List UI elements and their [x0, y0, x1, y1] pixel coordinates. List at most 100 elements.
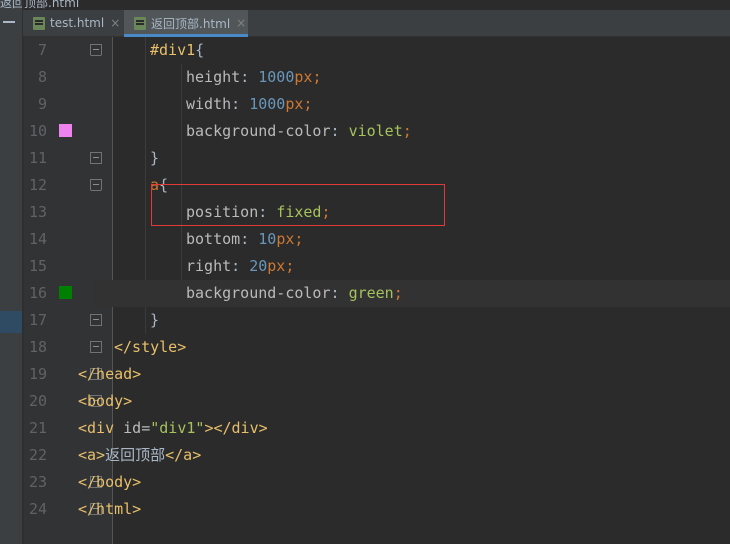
code-token: 10 [258, 230, 277, 248]
fold-end-icon[interactable] [90, 152, 102, 164]
tab-label: 返回顶部.html [151, 16, 231, 31]
code-text: } [150, 145, 159, 172]
code-token: px [294, 68, 313, 86]
line-number: 16 [28, 284, 47, 302]
code-token: px [285, 95, 304, 113]
code-token: } [150, 311, 160, 329]
code-line[interactable]: 16 background-color: green; [24, 280, 730, 307]
line-number: 20 [28, 392, 47, 410]
code-editor[interactable]: 7 #div1{8 height: 1000px; 9 width: 1000px; 10… [24, 37, 730, 544]
code-token: right [186, 257, 232, 275]
code-line[interactable]: 11} [24, 145, 730, 172]
line-number: 11 [28, 149, 47, 167]
code-line[interactable]: 21 <div id="div1"></div> [24, 415, 730, 442]
highlight-annotation-box [151, 184, 445, 226]
code-text: </body> [78, 469, 141, 496]
code-text: bottom: 10px; [186, 226, 303, 253]
close-icon[interactable]: × [236, 16, 246, 30]
code-text: <div id="div1"></div> [78, 415, 268, 442]
code-token: 20 [249, 257, 268, 275]
code-text: <a>返回顶部</a> [78, 442, 201, 469]
html-file-icon [33, 16, 45, 30]
fold-collapse-icon[interactable] [90, 179, 102, 191]
code-token: <body> [78, 392, 133, 410]
line-number: 18 [28, 338, 47, 356]
line-number: 12 [28, 176, 47, 194]
color-swatch-icon[interactable] [59, 124, 72, 137]
code-token: #div1 [150, 41, 196, 59]
code-text: width: 1000px; [186, 91, 312, 118]
tab-back-to-top-html[interactable]: 返回顶部.html × [124, 10, 248, 37]
code-token: : [231, 95, 250, 113]
code-token: "div1" [150, 419, 205, 437]
code-token: px [276, 230, 295, 248]
code-token: </head> [78, 365, 142, 383]
line-number: 23 [28, 473, 47, 491]
code-token: violet [348, 122, 403, 140]
code-text: right: 20px; [186, 253, 294, 280]
code-token: { [195, 41, 205, 59]
code-line[interactable]: 22 <a>返回顶部</a> [24, 442, 730, 469]
close-icon[interactable]: × [110, 16, 120, 30]
code-token: ; [402, 122, 412, 140]
code-token: ; [285, 257, 295, 275]
line-number: 8 [37, 68, 47, 86]
code-token: bottom [186, 230, 241, 248]
code-token: background-color [186, 122, 331, 140]
code-line[interactable]: 17} [24, 307, 730, 334]
code-token: id= [123, 419, 151, 437]
code-text: background-color: violet; [186, 118, 412, 145]
code-token: : [330, 284, 349, 302]
code-line[interactable]: 20 <body> [24, 388, 730, 415]
code-token: </style> [114, 338, 187, 356]
code-token: 1000 [258, 68, 295, 86]
code-text: </style> [114, 334, 186, 361]
tab-test-html[interactable]: test.html × [23, 10, 123, 36]
code-text: <body> [78, 388, 132, 415]
minimize-icon[interactable] [3, 21, 15, 23]
code-text: #div1{ [150, 37, 204, 64]
line-number: 21 [28, 419, 47, 437]
line-number: 13 [28, 203, 47, 221]
line-number: 22 [28, 446, 47, 464]
code-token: px [267, 257, 286, 275]
code-token: 返回顶部 [105, 446, 166, 464]
fold-end-icon[interactable] [90, 341, 102, 353]
code-line[interactable]: 19 </head> [24, 361, 730, 388]
code-line[interactable]: 18 </style> [24, 334, 730, 361]
line-number: 24 [28, 500, 47, 518]
code-token: ; [303, 95, 313, 113]
code-token: <div [78, 419, 124, 437]
code-token: <a> [78, 446, 106, 464]
color-swatch-icon[interactable] [59, 286, 72, 299]
code-line[interactable]: 10 background-color: violet; [24, 118, 730, 145]
line-number: 19 [28, 365, 47, 383]
code-token: } [150, 149, 160, 167]
code-line[interactable]: 15 right: 20px; [24, 253, 730, 280]
code-token: 1000 [249, 95, 286, 113]
code-token: width [186, 95, 232, 113]
project-tool-strip: 返回顶部.html [0, 0, 79, 544]
fold-end-icon[interactable] [90, 314, 102, 326]
code-line[interactable]: 8 height: 1000px; [24, 64, 730, 91]
code-line[interactable]: 9 width: 1000px; [24, 91, 730, 118]
fold-collapse-icon[interactable] [90, 44, 102, 56]
line-number: 17 [28, 311, 47, 329]
code-text: </html> [78, 496, 141, 523]
code-line[interactable]: 14 bottom: 10px; [24, 226, 730, 253]
code-token: : [330, 122, 349, 140]
code-text: } [150, 307, 159, 334]
code-text: </head> [78, 361, 141, 388]
code-line[interactable]: 23 </body> [24, 469, 730, 496]
code-token: green [348, 284, 394, 302]
line-number: 14 [28, 230, 47, 248]
code-token: ; [294, 230, 304, 248]
code-token: ></div> [204, 419, 268, 437]
code-line[interactable]: 24 </html> [24, 496, 730, 523]
code-line[interactable]: 7 #div1{ [24, 37, 730, 64]
active-line-marker [0, 311, 22, 333]
line-number: 9 [37, 95, 47, 113]
code-token: : [240, 68, 259, 86]
line-number: 7 [37, 41, 47, 59]
code-token: ; [393, 284, 403, 302]
